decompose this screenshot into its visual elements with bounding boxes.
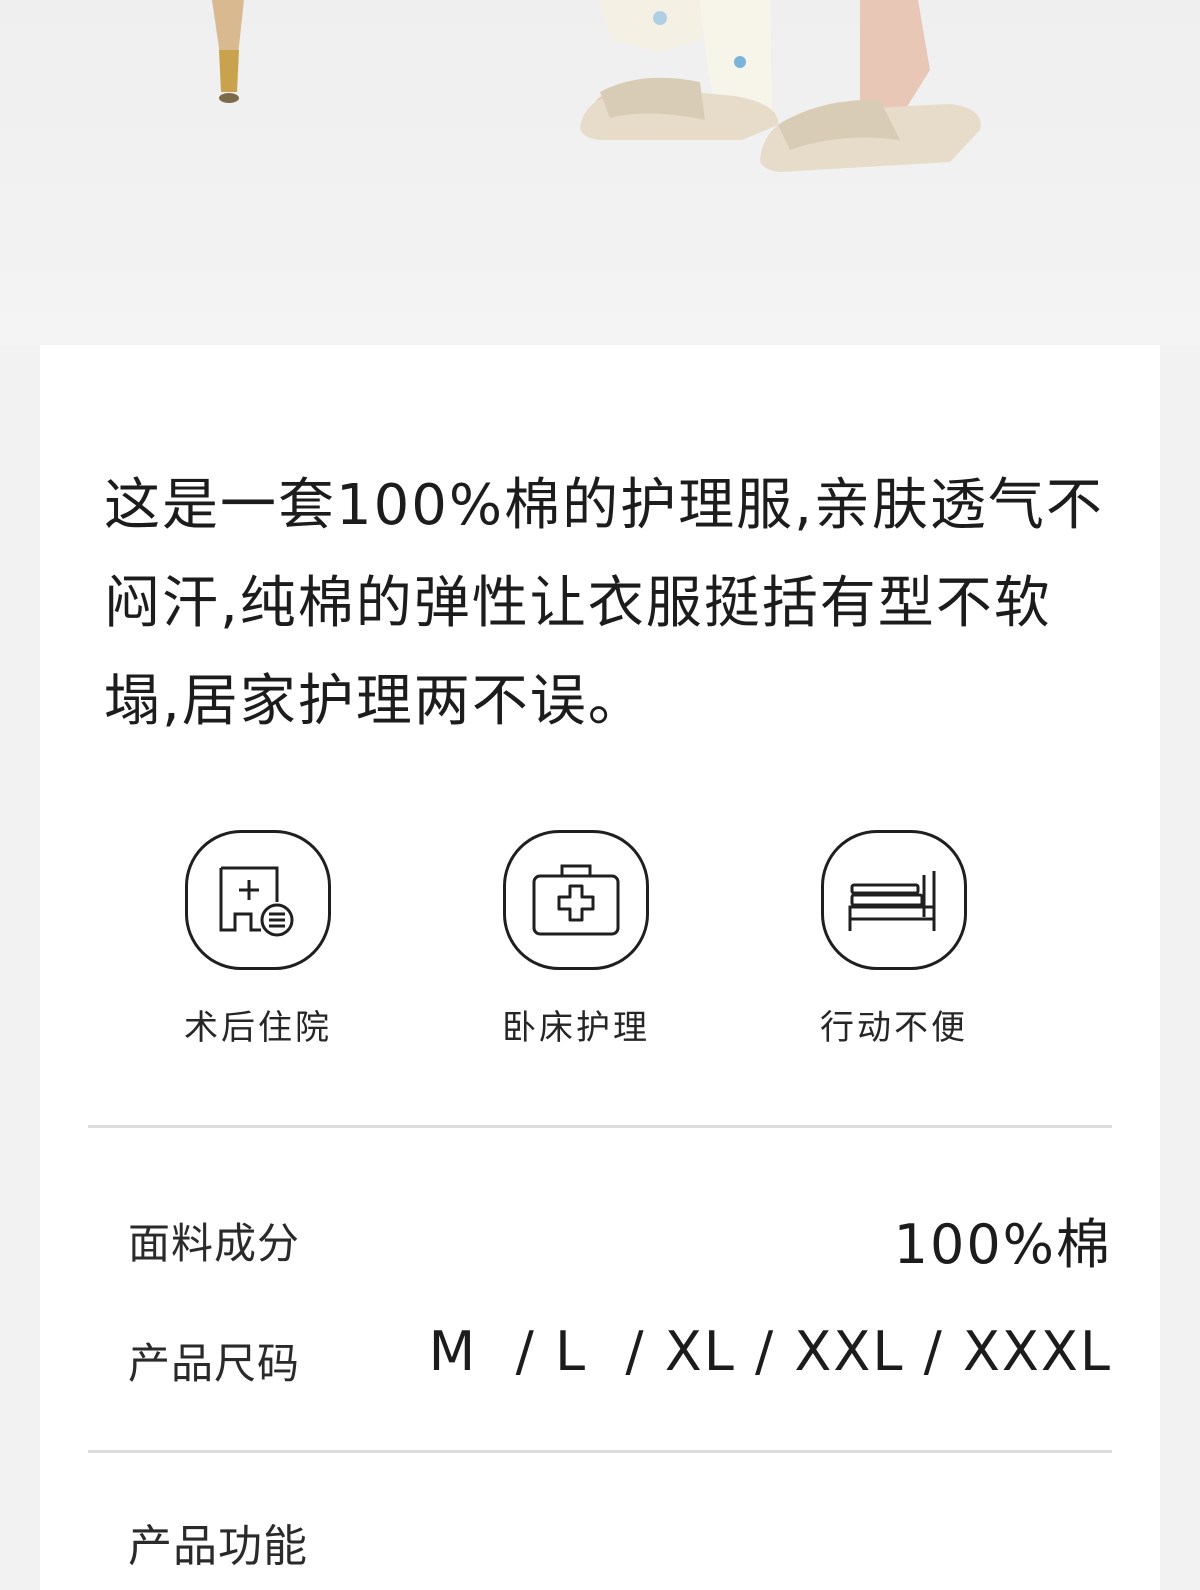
spec-row-sizes: 产品尺码 M / L / XL / XXL / XXXL (128, 1320, 1112, 1400)
bed-icon (821, 830, 967, 970)
usage-label: 行动不便 (820, 1008, 968, 1048)
trouser-left (598, 0, 705, 52)
spec-value: M / L / XL / XXL / XXXL (428, 1320, 1112, 1383)
spec-label: 产品尺码 (128, 1339, 301, 1388)
product-detail-card: 这是一套100%棉的护理服,亲肤透气不闷汗,纯棉的弹性让衣服挺括有型不软塌,居家… (40, 345, 1160, 1590)
usage-label: 术后住院 (184, 1008, 332, 1048)
chair-leg-cap (219, 50, 239, 92)
section-heading-features: 产品功能 (128, 1521, 308, 1572)
medical-kit-icon (503, 830, 649, 970)
usage-scenarios: 术后住院 卧床护理 行动不便 (158, 830, 1018, 1060)
chair-leg (212, 0, 244, 55)
divider (88, 1450, 1112, 1453)
hospital-document-icon (185, 830, 331, 970)
usage-item-bed-care: 卧床护理 (476, 830, 676, 1049)
usage-item-limited-mobility: 行动不便 (794, 830, 994, 1049)
spec-row-fabric: 面料成分 100%棉 (128, 1200, 1112, 1280)
product-photo (0, 0, 1200, 345)
product-intro-text: 这是一套100%棉的护理服,亲肤透气不闷汗,纯棉的弹性让衣服挺括有型不软塌,居家… (104, 473, 1104, 734)
spec-value: 100%棉 (893, 1213, 1112, 1276)
product-photo-illustration (212, 0, 981, 172)
divider (88, 1125, 1112, 1128)
spec-label: 面料成分 (128, 1219, 301, 1268)
usage-item-post-surgery: 术后住院 (158, 830, 358, 1049)
usage-label: 卧床护理 (502, 1008, 650, 1048)
